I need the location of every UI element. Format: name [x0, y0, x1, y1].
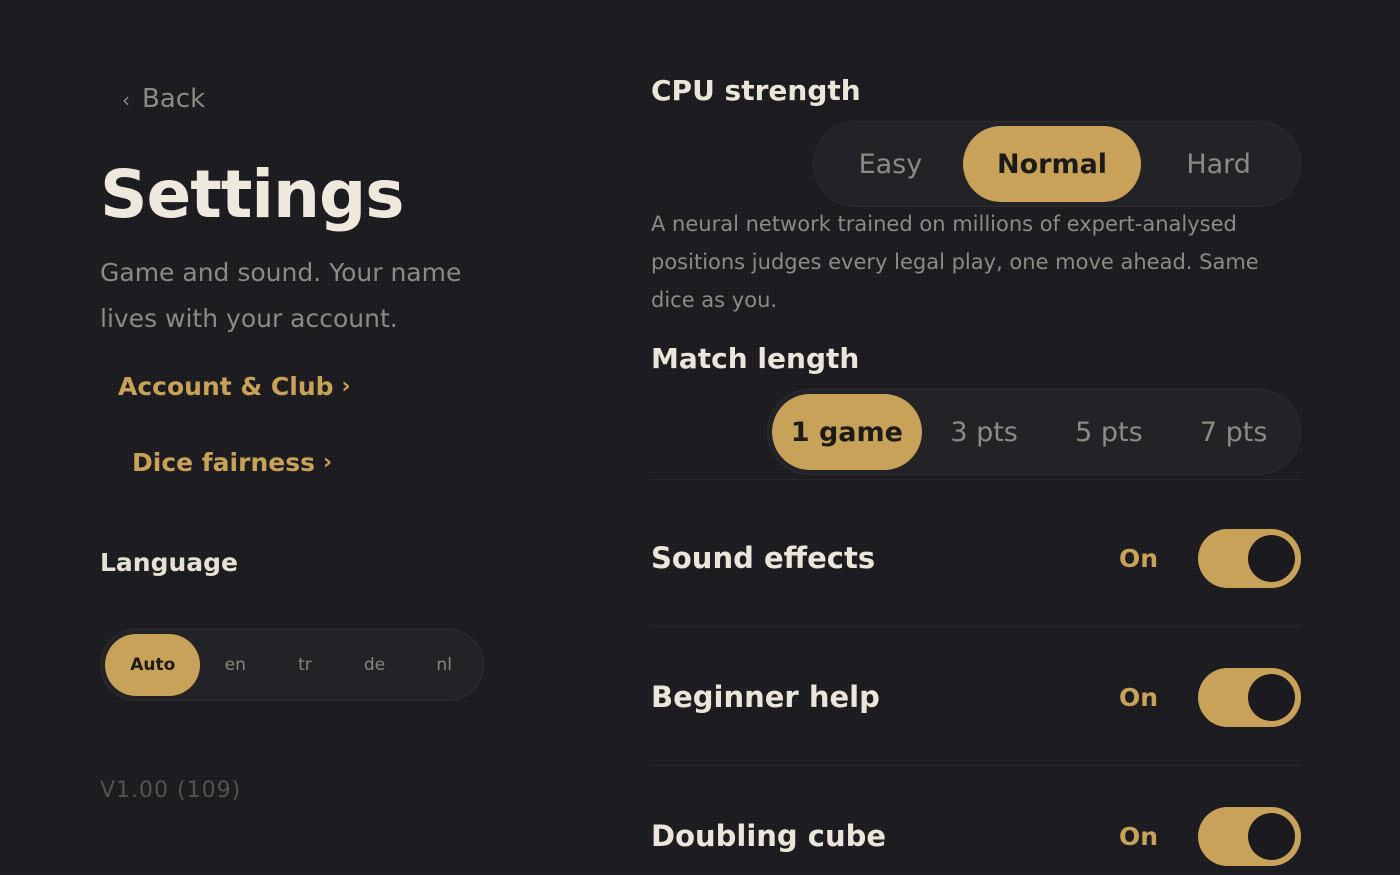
cpu-option-hard[interactable]: Hard: [1141, 126, 1296, 202]
doubling-cube-state: On: [1118, 821, 1158, 851]
account-club-link[interactable]: Account & Club ›: [118, 372, 351, 401]
chevron-right-icon: ›: [341, 374, 351, 399]
divider: [651, 479, 1301, 480]
divider: [651, 626, 1301, 627]
match-option-3-pts[interactable]: 3 pts: [922, 394, 1047, 470]
language-option-en[interactable]: en: [200, 634, 270, 696]
chevron-right-icon: ›: [322, 450, 333, 475]
language-option-de[interactable]: de: [340, 634, 410, 696]
match-length-selector: 1 game 3 pts 5 pts 7 pts: [767, 389, 1301, 475]
beginner-help-label: Beginner help: [651, 680, 880, 714]
dice-fairness-label: Dice fairness: [132, 448, 315, 477]
toggle-knob: [1248, 534, 1295, 582]
left-panel: ‹ Back Settings Game and sound. Your nam…: [100, 0, 520, 875]
dice-fairness-link[interactable]: Dice fairness ›: [132, 448, 332, 477]
language-option-nl[interactable]: nl: [409, 634, 479, 696]
cpu-strength-description: A neural network trained on millions of …: [651, 212, 1259, 312]
language-option-tr[interactable]: tr: [270, 634, 340, 696]
beginner-help-toggle[interactable]: [1198, 667, 1301, 727]
language-label: Language: [100, 548, 239, 577]
toggle-knob: [1248, 673, 1295, 721]
page-subtitle: Game and sound. Your name lives with you…: [100, 258, 462, 333]
beginner-help-row: Beginner help On: [651, 667, 1301, 727]
match-option-1-game[interactable]: 1 game: [772, 394, 922, 470]
sound-effects-row: Sound effects On: [651, 528, 1301, 588]
match-option-5-pts[interactable]: 5 pts: [1046, 394, 1171, 470]
back-button[interactable]: ‹ Back: [122, 84, 205, 114]
doubling-cube-toggle[interactable]: [1198, 806, 1301, 866]
app-version: V1.00 (109): [100, 778, 242, 803]
sound-effects-state: On: [1118, 543, 1158, 573]
doubling-cube-row: Doubling cube On: [651, 806, 1301, 866]
chevron-left-icon: ‹: [122, 88, 130, 112]
divider: [651, 765, 1301, 766]
match-option-7-pts[interactable]: 7 pts: [1171, 394, 1296, 470]
toggle-knob: [1248, 812, 1295, 860]
account-club-label: Account & Club: [118, 372, 334, 401]
sound-effects-toggle[interactable]: [1198, 528, 1301, 588]
cpu-strength-label: CPU strength: [651, 74, 861, 107]
back-label: Back: [142, 84, 206, 114]
cpu-option-easy[interactable]: Easy: [818, 126, 963, 202]
language-option-auto[interactable]: Auto: [105, 634, 201, 696]
beginner-help-state: On: [1118, 682, 1158, 712]
language-selector: Auto en tr de nl: [100, 629, 484, 701]
cpu-option-normal[interactable]: Normal: [962, 126, 1142, 202]
page-title: Settings: [100, 156, 405, 233]
cpu-strength-selector: Easy Normal Hard: [813, 121, 1301, 207]
doubling-cube-label: Doubling cube: [651, 819, 887, 853]
sound-effects-label: Sound effects: [651, 541, 876, 575]
settings-panel: CPU strength Easy Normal Hard A neural n…: [651, 0, 1301, 875]
match-length-label: Match length: [651, 342, 860, 375]
